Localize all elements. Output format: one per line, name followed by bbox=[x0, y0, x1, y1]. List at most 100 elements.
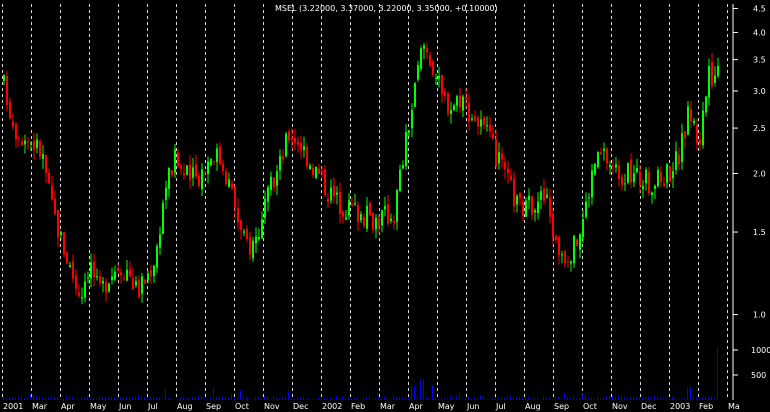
candle-body bbox=[21, 141, 23, 146]
volume-bar bbox=[528, 396, 529, 400]
volume-bar bbox=[144, 396, 145, 400]
candle-body bbox=[540, 191, 542, 200]
volume-bar bbox=[177, 398, 178, 400]
candle-body bbox=[348, 200, 350, 216]
candle-body bbox=[72, 261, 74, 279]
candle-body bbox=[282, 156, 284, 159]
candle-body bbox=[390, 218, 392, 221]
price-candle bbox=[711, 52, 713, 89]
price-candle bbox=[639, 165, 641, 194]
volume-bar bbox=[693, 397, 694, 400]
x-tick-label: Nov bbox=[612, 402, 628, 411]
volume-bar bbox=[474, 396, 475, 400]
candle-body bbox=[534, 210, 536, 213]
candle-body bbox=[402, 165, 404, 169]
volume-bar bbox=[255, 397, 256, 400]
candle-body bbox=[597, 151, 599, 168]
volume-bar bbox=[123, 397, 124, 400]
candle-body bbox=[528, 195, 530, 201]
candle-body bbox=[12, 121, 14, 128]
price-candle bbox=[696, 118, 698, 151]
candle-body bbox=[156, 246, 158, 268]
price-candle bbox=[714, 66, 716, 87]
volume-bar bbox=[543, 396, 544, 400]
candle-body bbox=[561, 254, 563, 256]
volume-bar bbox=[330, 397, 331, 400]
price-candle bbox=[45, 154, 47, 184]
price-candle bbox=[477, 115, 479, 136]
price-candle bbox=[684, 131, 686, 149]
volume-bar bbox=[99, 396, 100, 400]
candle-body bbox=[375, 217, 377, 230]
volume-bar bbox=[39, 397, 40, 400]
price-candle bbox=[246, 225, 248, 243]
price-candle bbox=[420, 45, 422, 72]
volume-bar bbox=[270, 398, 271, 400]
price-candle bbox=[627, 162, 629, 185]
price-candle bbox=[216, 143, 218, 171]
candle-body bbox=[429, 55, 431, 66]
candle-body bbox=[315, 166, 317, 179]
price-candle bbox=[537, 192, 539, 220]
candle-body bbox=[657, 169, 659, 187]
volume-bar bbox=[348, 397, 349, 400]
price-tick-label: 2.0 bbox=[753, 170, 766, 179]
price-candle bbox=[522, 196, 524, 222]
candle-body bbox=[504, 161, 506, 170]
price-candle bbox=[507, 160, 509, 184]
candle-body bbox=[78, 292, 80, 297]
candle-body bbox=[474, 115, 476, 121]
volume-bar bbox=[351, 398, 352, 400]
candle-body bbox=[486, 125, 488, 127]
volume-bar bbox=[141, 396, 142, 400]
volume-bar bbox=[135, 395, 136, 400]
price-candle bbox=[12, 113, 14, 131]
candle-body bbox=[327, 198, 329, 202]
candle-body bbox=[57, 210, 59, 238]
price-candle bbox=[102, 276, 104, 293]
price-candle bbox=[525, 197, 527, 218]
candle-body bbox=[708, 65, 710, 98]
x-tick-label: 2003 bbox=[670, 402, 690, 411]
volume-bar bbox=[12, 398, 13, 400]
candle-body bbox=[48, 172, 50, 184]
volume-bar bbox=[582, 394, 583, 400]
volume-bar bbox=[354, 397, 355, 400]
candle-body bbox=[690, 109, 692, 122]
price-candle bbox=[204, 170, 206, 174]
volume-bar bbox=[267, 396, 268, 400]
price-candle bbox=[111, 267, 113, 285]
price-candle bbox=[27, 137, 29, 150]
volume-bar bbox=[705, 396, 706, 400]
volume-bar bbox=[339, 398, 340, 400]
x-tick-label: Sep bbox=[206, 402, 221, 411]
volume-bar bbox=[180, 397, 181, 400]
price-candle bbox=[234, 184, 236, 219]
price-candle bbox=[654, 184, 656, 200]
price-candle bbox=[210, 158, 212, 167]
candle-body bbox=[147, 273, 149, 281]
volume-bar bbox=[75, 398, 76, 400]
volume-bar bbox=[525, 397, 526, 400]
candle-body bbox=[81, 297, 83, 299]
price-candle bbox=[588, 193, 590, 208]
candle-body bbox=[666, 164, 668, 183]
x-tick-label: Nov bbox=[264, 402, 280, 411]
volume-bar bbox=[384, 396, 385, 400]
volume-bar bbox=[297, 397, 298, 400]
volume-bar bbox=[369, 396, 370, 400]
candle-body bbox=[300, 142, 302, 151]
price-candle bbox=[96, 268, 98, 281]
candle-body bbox=[414, 83, 416, 107]
volume-bar bbox=[198, 396, 199, 400]
candle-body bbox=[342, 211, 344, 217]
price-candle bbox=[135, 276, 137, 288]
volume-bar bbox=[411, 386, 412, 400]
volume-bar bbox=[471, 398, 472, 400]
candle-body bbox=[252, 240, 254, 259]
price-candle bbox=[54, 190, 56, 216]
chart-title: MSEL (3.22000, 3.37000, 3.22000, 3.35000… bbox=[275, 4, 498, 13]
candle-body bbox=[687, 106, 689, 135]
price-candle bbox=[354, 193, 356, 207]
candle-body bbox=[318, 168, 320, 174]
